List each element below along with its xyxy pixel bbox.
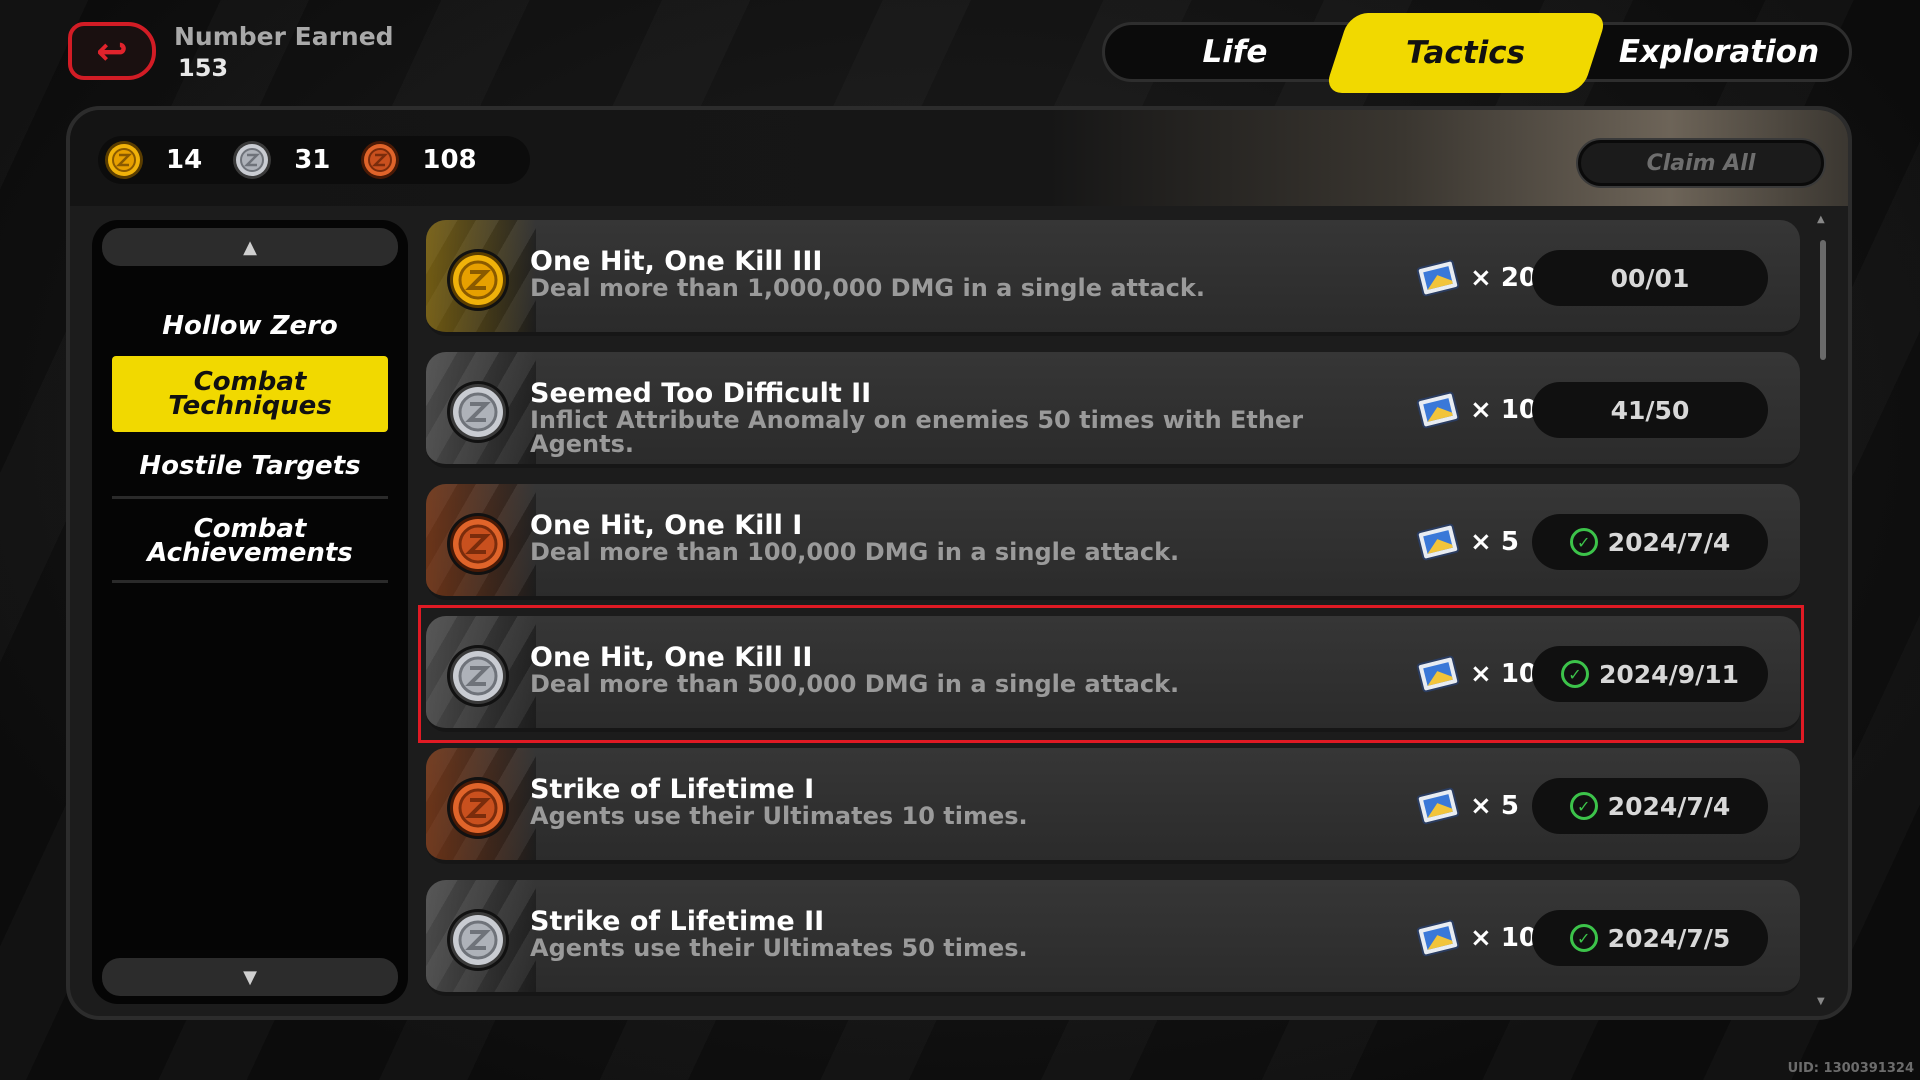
film-ticket-icon <box>1416 391 1460 429</box>
film-ticket-icon <box>1416 787 1460 825</box>
completion-date: ✓ 2024/7/5 <box>1532 910 1768 966</box>
checkmark-icon: ✓ <box>1569 792 1598 820</box>
achievement-title: Seemed Too Difficult II <box>530 378 872 409</box>
medal-counter: 14 31 108 <box>98 136 530 184</box>
category-tabs: Life Tactics Exploration <box>1102 13 1852 93</box>
back-button[interactable]: ↩ <box>68 22 156 80</box>
scrollbar[interactable]: ▲ ▼ <box>1817 214 1826 1007</box>
silver-medal-icon <box>447 909 509 971</box>
achievement-title: One Hit, One Kill III <box>530 246 823 277</box>
silver-medal-count: 31 <box>294 145 331 175</box>
uid-label: UID: 1300391324 <box>1787 1061 1914 1076</box>
film-ticket-icon <box>1416 523 1460 561</box>
achievement-title: Strike of Lifetime I <box>530 774 815 805</box>
chevron-up-icon: ▲ <box>243 236 257 258</box>
silver-medal-icon <box>447 381 509 443</box>
sidebar-item-hostile-targets[interactable]: Hostile Targets <box>112 446 388 486</box>
gold-medal-icon <box>447 249 509 311</box>
film-ticket-icon <box>1416 919 1460 957</box>
reward-quantity: × 20 <box>1470 263 1538 293</box>
tab-tactics[interactable]: Tactics <box>1324 13 1608 93</box>
gold-medal-count: 14 <box>166 145 203 175</box>
achievement-description: Deal more than 100,000 DMG in a single a… <box>530 538 1180 566</box>
sidebar: ▲ Hollow Zero Combat Techniques Hostile … <box>92 220 408 1004</box>
achievement-description: Agents use their Ultimates 10 times. <box>530 802 1028 830</box>
achievement-title: One Hit, One Kill I <box>530 510 803 541</box>
achievements-panel: 14 31 108 Claim All ▲ Hollow Zero Combat… <box>66 106 1852 1020</box>
achievement-description: Agents use their Ultimates 50 times. <box>530 934 1028 962</box>
progress-counter: 00/01 <box>1532 250 1768 306</box>
checkmark-icon: ✓ <box>1569 924 1598 952</box>
achievement-description: Inflict Attribute Anomaly on enemies 50 … <box>530 406 1304 458</box>
achievement-row[interactable]: Strike of Lifetime II Agents use their U… <box>426 880 1800 996</box>
scroll-down-icon: ▼ <box>1817 996 1825 1007</box>
bronze-medal-icon <box>447 513 509 575</box>
sidebar-item-hollow-zero[interactable]: Hollow Zero <box>112 306 388 346</box>
reward: × 5 <box>1416 522 1519 562</box>
checkmark-icon: ✓ <box>1569 528 1598 556</box>
earned-value: 153 <box>178 54 229 82</box>
tab-exploration[interactable]: Exploration <box>1603 25 1835 79</box>
reward: × 10 <box>1416 918 1537 958</box>
reward-quantity: × 5 <box>1470 791 1519 821</box>
achievement-row[interactable]: One Hit, One Kill III Deal more than 1,0… <box>426 220 1800 336</box>
completion-date: ✓ 2024/7/4 <box>1532 778 1768 834</box>
scrollbar-thumb[interactable] <box>1820 240 1826 360</box>
silver-medal-icon <box>233 141 272 179</box>
bronze-medal-icon <box>361 141 400 179</box>
reward-quantity: × 10 <box>1470 923 1538 953</box>
achievement-title: Strike of Lifetime II <box>530 906 825 937</box>
reward: × 10 <box>1416 390 1537 430</box>
earned-label: Number Earned <box>174 22 394 51</box>
sidebar-scroll-down-button[interactable]: ▼ <box>102 958 398 996</box>
achievement-row[interactable]: Strike of Lifetime I Agents use their Ul… <box>426 748 1800 864</box>
achievement-row[interactable]: One Hit, One Kill I Deal more than 100,0… <box>426 484 1800 600</box>
bronze-medal-icon <box>447 777 509 839</box>
reward-quantity: × 10 <box>1470 395 1538 425</box>
back-arrow-icon: ↩ <box>96 29 128 73</box>
scroll-up-icon: ▲ <box>1817 214 1825 225</box>
tab-life[interactable]: Life <box>1145 25 1325 79</box>
reward: × 20 <box>1416 258 1537 298</box>
sidebar-divider <box>112 580 388 583</box>
completion-date: ✓ 2024/7/4 <box>1532 514 1768 570</box>
reward-quantity: × 5 <box>1470 527 1519 557</box>
selection-highlight <box>418 605 1804 743</box>
reward: × 5 <box>1416 786 1519 826</box>
sidebar-divider <box>112 496 388 499</box>
film-ticket-icon <box>1416 259 1460 297</box>
achievement-row[interactable]: Seemed Too Difficult II Inflict Attribut… <box>426 352 1800 468</box>
progress-counter: 41/50 <box>1532 382 1768 438</box>
claim-all-button[interactable]: Claim All <box>1578 140 1824 186</box>
gold-medal-icon <box>105 141 143 179</box>
sidebar-item-combat-techniques[interactable]: Combat Techniques <box>112 356 388 432</box>
sidebar-item-combat-achievements[interactable]: Combat Achievements <box>112 506 388 576</box>
chevron-down-icon: ▼ <box>243 966 257 988</box>
sidebar-scroll-up-button[interactable]: ▲ <box>102 228 398 266</box>
achievement-description: Deal more than 1,000,000 DMG in a single… <box>530 274 1205 302</box>
bronze-medal-count: 108 <box>422 145 477 175</box>
